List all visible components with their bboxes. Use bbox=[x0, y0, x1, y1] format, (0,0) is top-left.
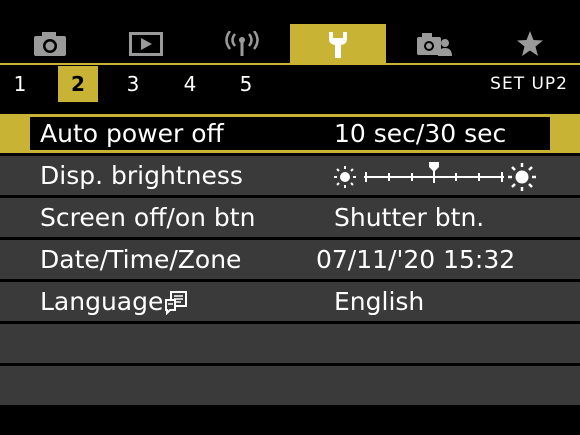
category-tab-bar bbox=[0, 0, 580, 66]
page-tab-1[interactable]: 1 bbox=[0, 66, 40, 102]
menu-item-auto-power-off[interactable]: Auto power off 10 sec/30 sec bbox=[0, 114, 580, 153]
tab-setup[interactable] bbox=[290, 24, 386, 65]
tab-my-menu[interactable] bbox=[482, 24, 578, 64]
menu-row-empty bbox=[0, 366, 580, 405]
language-icon bbox=[165, 291, 188, 315]
menu-item-label: Language bbox=[40, 287, 164, 316]
menu-item-label: Auto power off bbox=[40, 119, 224, 148]
tab-shooting[interactable] bbox=[2, 24, 98, 64]
page-tab-bar: 1 2 3 4 5 SET UP2 bbox=[0, 66, 580, 102]
sun-bright-icon bbox=[508, 163, 536, 191]
menu-item-date-time-zone[interactable]: Date/Time/Zone 07/11/'20 15:32 bbox=[0, 240, 580, 279]
menu-item-disp-brightness[interactable]: Disp. brightness bbox=[0, 156, 580, 195]
page-tab-5[interactable]: 5 bbox=[226, 66, 266, 102]
menu-item-value: 07/11/'20 15:32 bbox=[316, 245, 516, 274]
tab-wireless[interactable] bbox=[194, 24, 290, 64]
menu-item-value: 10 sec/30 sec bbox=[334, 119, 507, 148]
brightness-indicator bbox=[429, 162, 439, 172]
menu-item-screen-off-on-btn[interactable]: Screen off/on btn Shutter btn. bbox=[0, 198, 580, 237]
tab-custom-functions[interactable] bbox=[386, 24, 482, 64]
custom-function-icon bbox=[417, 33, 452, 56]
menu-item-label: Disp. brightness bbox=[40, 161, 243, 190]
menu-item-language[interactable]: Language English bbox=[0, 282, 580, 321]
page-tab-4[interactable]: 4 bbox=[170, 66, 210, 102]
tab-playback[interactable] bbox=[98, 24, 194, 64]
menu-row-empty bbox=[0, 324, 580, 363]
settings-menu: Auto power off 10 sec/30 sec Disp. brigh… bbox=[0, 114, 580, 408]
menu-item-value: Shutter btn. bbox=[334, 203, 485, 232]
menu-item-value: English bbox=[334, 287, 425, 316]
sun-dim-icon bbox=[334, 166, 356, 188]
page-title: SET UP2 bbox=[490, 74, 568, 94]
camera-icon bbox=[34, 32, 66, 56]
menu-item-label: Screen off/on btn bbox=[40, 203, 256, 232]
star-icon bbox=[517, 31, 543, 56]
playback-icon bbox=[129, 32, 163, 56]
brightness-scale bbox=[334, 162, 536, 191]
page-tab-3[interactable]: 3 bbox=[113, 66, 153, 102]
menu-item-label: Date/Time/Zone bbox=[40, 245, 242, 274]
page-tab-2[interactable]: 2 bbox=[58, 66, 98, 102]
wrench-icon bbox=[329, 31, 347, 58]
wireless-icon bbox=[225, 31, 259, 56]
